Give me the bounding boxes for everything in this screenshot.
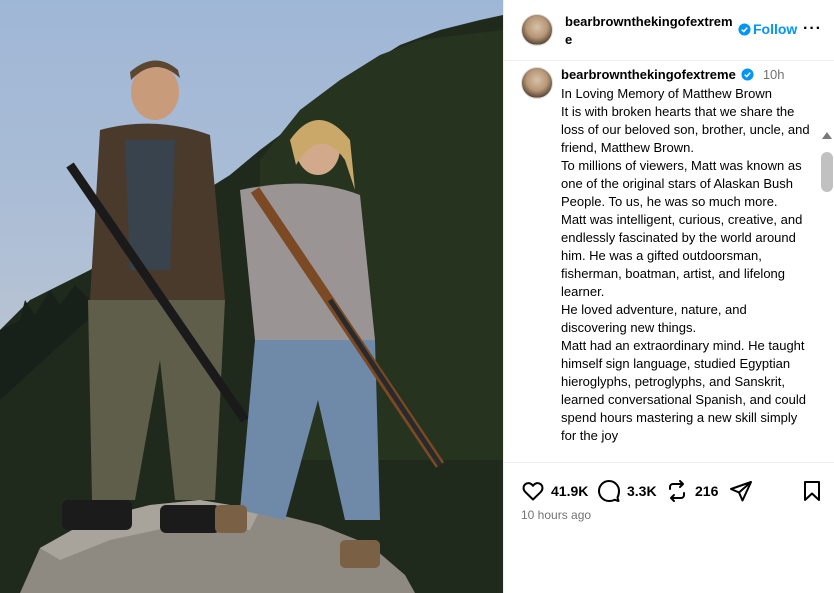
post-side-panel: bearbrownthekingofextreme Follow ··· bea… — [503, 0, 834, 593]
post-photo[interactable] — [0, 0, 503, 593]
post-header: bearbrownthekingofextreme Follow ··· — [504, 0, 834, 61]
caption-text: In Loving Memory of Matthew Brown It is … — [561, 85, 813, 445]
photo-illustration — [0, 15, 503, 593]
caption-line: Matt had an extraordinary mind. He taugh… — [561, 338, 807, 443]
comment-count[interactable]: 3.3K — [627, 483, 657, 499]
follow-button[interactable]: Follow — [738, 21, 797, 37]
like-button[interactable]: 41.9K — [521, 479, 588, 503]
scroll-up-icon[interactable] — [822, 132, 832, 139]
caption-username[interactable]: bearbrownthekingofextreme — [561, 67, 736, 82]
avatar[interactable] — [521, 14, 553, 46]
caption-line: To millions of viewers, Matt was known a… — [561, 158, 802, 209]
caption-avatar[interactable] — [521, 67, 553, 99]
comment-button[interactable]: 3.3K — [597, 479, 657, 503]
heart-icon — [522, 482, 544, 501]
caption-area: bearbrownthekingofextreme 10h In Loving … — [504, 62, 834, 462]
caption-line: He loved adventure, nature, and discover… — [561, 302, 747, 335]
caption-scrollbar[interactable] — [820, 132, 834, 462]
caption-line: In Loving Memory of Matthew Brown — [561, 86, 772, 101]
repost-count[interactable]: 216 — [695, 483, 718, 499]
share-button[interactable] — [729, 479, 753, 503]
repost-button[interactable]: 216 — [665, 479, 718, 503]
paper-plane-icon — [730, 481, 752, 502]
save-button[interactable] — [800, 479, 824, 503]
caption-line: It is with broken hearts that we share t… — [561, 104, 810, 155]
repost-icon — [669, 480, 685, 502]
caption-line: Matt was intelligent, curious, creative,… — [561, 212, 803, 299]
posted-timestamp[interactable]: 10 hours ago — [521, 508, 591, 522]
comment-bubble-icon — [598, 480, 620, 503]
like-count[interactable]: 41.9K — [551, 483, 588, 499]
scroll-thumb[interactable] — [821, 152, 833, 192]
follow-label[interactable]: Follow — [753, 21, 797, 37]
post-time[interactable]: 10h — [763, 67, 785, 82]
verified-badge-icon — [741, 68, 754, 81]
caption-header: bearbrownthekingofextreme 10h — [561, 67, 785, 82]
more-options-icon[interactable]: ··· — [803, 20, 822, 38]
bookmark-icon — [804, 481, 820, 501]
verified-badge-icon — [738, 22, 751, 36]
header-username[interactable]: bearbrownthekingofextreme — [565, 13, 735, 49]
